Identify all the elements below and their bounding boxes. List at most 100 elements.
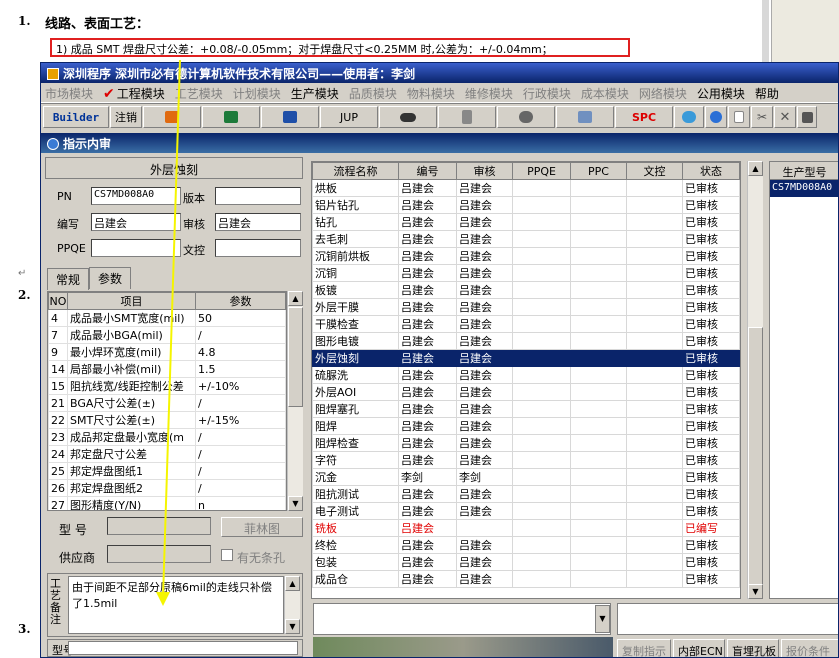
menu-market[interactable]: 市场模块 — [45, 85, 93, 102]
no-slot-checkbox[interactable] — [221, 549, 233, 561]
refresh-button[interactable] — [674, 106, 704, 128]
table-row[interactable]: 阻焊塞孔 吕建会 吕建会 已审核 — [312, 400, 740, 418]
excel-button[interactable] — [202, 106, 260, 128]
table-row[interactable]: 外层蚀刻 吕建会 吕建会 已审核 — [312, 349, 740, 367]
menu-help[interactable]: 帮助 — [755, 85, 779, 102]
table-row[interactable]: 14 局部最小补偿(mil) 1.5 — [48, 360, 286, 378]
process-remark-field[interactable] — [68, 641, 298, 655]
menu-production[interactable]: 生产模块 — [291, 85, 339, 102]
table-row[interactable]: 9 最小焊环宽度(mil) 4.8 — [48, 343, 286, 361]
blind-via-button[interactable]: 盲埋孔板 — [727, 639, 779, 657]
bottom-combo-right[interactable] — [617, 603, 838, 635]
table-row[interactable]: 7 成品最小BGA(mil) / — [48, 326, 286, 344]
model-field[interactable] — [107, 517, 211, 535]
logout-button[interactable]: 注销 — [110, 106, 142, 128]
ppqe-field[interactable] — [91, 239, 181, 257]
process-header-name[interactable]: 流程名称 — [312, 162, 399, 180]
menu-repair[interactable]: 维修模块 — [465, 85, 513, 102]
table-row[interactable]: 阻抗测试 吕建会 吕建会 已审核 — [312, 485, 740, 503]
scroll-up-icon[interactable]: ▲ — [288, 291, 303, 306]
table-row[interactable]: 外层干膜 吕建会 吕建会 已审核 — [312, 298, 740, 316]
quote-condition-button[interactable]: 报价条件 — [781, 639, 838, 657]
table-row[interactable]: 阻焊检查 吕建会 吕建会 已审核 — [312, 434, 740, 452]
table-row[interactable]: 22 SMT尺寸公差(±) +/-15% — [48, 411, 286, 429]
menu-process[interactable]: 工艺模块 — [175, 85, 223, 102]
model-list-item[interactable]: CS7MD008A0 — [770, 180, 838, 197]
scroll-up-icon[interactable]: ▲ — [748, 161, 763, 176]
menu-quality[interactable]: 品质模块 — [349, 85, 397, 102]
bottom-combo-left[interactable] — [313, 603, 611, 635]
process-scrollbar[interactable]: ▲ ▼ — [747, 161, 763, 599]
copy-instruction-button[interactable]: 复制指示 — [617, 639, 671, 657]
table-row[interactable]: 铣板 吕建会 已编写 — [312, 519, 740, 537]
close-button[interactable]: ✕ — [774, 106, 796, 128]
table-row[interactable]: 沉铜前烘板 吕建会 吕建会 已审核 — [312, 247, 740, 265]
ie-button[interactable] — [705, 106, 727, 128]
table-row[interactable]: 24 邦定盘尺寸公差 / — [48, 445, 286, 463]
table-row[interactable]: 硫脲洗 吕建会 吕建会 已审核 — [312, 366, 740, 384]
table-row[interactable]: 4 成品最小SMT宽度(mil) 50 — [48, 309, 286, 327]
table-row[interactable]: 铝片钻孔 吕建会 吕建会 已审核 — [312, 196, 740, 214]
params-scrollbar[interactable]: ▲ ▼ — [287, 291, 303, 511]
control-field[interactable] — [215, 239, 301, 257]
menu-admin[interactable]: 行政模块 — [523, 85, 571, 102]
table-row[interactable]: 成品仓 吕建会 吕建会 已审核 — [312, 570, 740, 588]
table-row[interactable]: 27 图形精度(Y/N) n — [48, 496, 286, 510]
word-button[interactable] — [261, 106, 319, 128]
scroll-thumb[interactable] — [288, 307, 303, 407]
table-row[interactable]: 21 BGA尺寸公差(±) / — [48, 394, 286, 412]
scroll-down-icon[interactable]: ▼ — [288, 496, 303, 511]
pn-field[interactable]: CS7MD008A0 — [91, 187, 181, 205]
process-header-number[interactable]: 编号 — [398, 162, 457, 180]
builder-button[interactable]: Builder — [43, 106, 109, 128]
remark-textarea[interactable]: 由于间距不足部分原稿6mil的走线只补偿了1.5mil — [68, 576, 284, 634]
supplier-field[interactable] — [107, 545, 211, 563]
process-header-status[interactable]: 状态 — [682, 162, 740, 180]
spc-button[interactable]: SPC — [615, 106, 673, 128]
table-row[interactable]: 电子测试 吕建会 吕建会 已审核 — [312, 502, 740, 520]
table-row[interactable]: 钻孔 吕建会 吕建会 已审核 — [312, 213, 740, 231]
remark-scrollbar[interactable]: ▲ ▼ — [284, 576, 300, 634]
model-list-header[interactable]: 生产型号 — [770, 162, 838, 180]
menu-cost[interactable]: 成本模块 — [581, 85, 629, 102]
chevron-down-icon[interactable]: ▼ — [595, 605, 610, 633]
params-header-item[interactable]: 项目 — [67, 292, 196, 310]
reviewer-field[interactable]: 吕建会 — [215, 213, 301, 231]
scroll-thumb[interactable] — [748, 327, 763, 587]
process-header-ppc[interactable]: PPC — [570, 162, 627, 180]
tab-general[interactable]: 常规 — [47, 268, 90, 290]
process-header-control[interactable]: 文控 — [626, 162, 683, 180]
table-row[interactable]: 15 阻抗线宽/线距控制公差 +/-10% — [48, 377, 286, 395]
table-row[interactable]: 烘板 吕建会 吕建会 已审核 — [312, 179, 740, 197]
tab-params[interactable]: 参数 — [89, 267, 132, 289]
table-row[interactable]: 板镀 吕建会 吕建会 已审核 — [312, 281, 740, 299]
process-header-review[interactable]: 审核 — [456, 162, 513, 180]
table-row[interactable]: 图形电镀 吕建会 吕建会 已审核 — [312, 332, 740, 350]
cut-button[interactable]: ✂ — [751, 106, 773, 128]
table-row[interactable]: 干膜检查 吕建会 吕建会 已审核 — [312, 315, 740, 333]
database-button[interactable] — [438, 106, 496, 128]
params-header-no[interactable]: NO — [48, 292, 68, 310]
author-field[interactable]: 吕建会 — [91, 213, 181, 231]
scroll-up-icon[interactable]: ▲ — [285, 576, 300, 591]
table-row[interactable]: 26 邦定焊盘图纸2/ — [48, 479, 286, 497]
table-row[interactable]: 沉铜 吕建会 吕建会 已审核 — [312, 264, 740, 282]
tools-button[interactable] — [497, 106, 555, 128]
internal-ecn-button[interactable]: 内部ECN — [673, 639, 725, 657]
table-row[interactable]: 外层AOI 吕建会 吕建会 已审核 — [312, 383, 740, 401]
save-button[interactable] — [797, 106, 817, 128]
params-header-value[interactable]: 参数 — [195, 292, 286, 310]
powerpoint-button[interactable] — [143, 106, 201, 128]
table-row[interactable]: 阻焊 吕建会 吕建会 已审核 — [312, 417, 740, 435]
menu-material[interactable]: 物料模块 — [407, 85, 455, 102]
process-header-ppqe[interactable]: PPQE — [512, 162, 571, 180]
film-button[interactable]: 菲林图 — [221, 517, 303, 537]
menu-plan[interactable]: 计划模块 — [233, 85, 281, 102]
version-field[interactable] — [215, 187, 301, 205]
menu-engineering[interactable]: ✔ 工程模块 — [103, 85, 165, 102]
table-row[interactable]: 字符 吕建会 吕建会 已审核 — [312, 451, 740, 469]
table-row[interactable]: 25 邦定焊盘图纸1/ — [48, 462, 286, 480]
scroll-down-icon[interactable]: ▼ — [285, 619, 300, 634]
new-doc-button[interactable] — [728, 106, 750, 128]
table-row[interactable]: 沉金 李剑 李剑 已审核 — [312, 468, 740, 486]
